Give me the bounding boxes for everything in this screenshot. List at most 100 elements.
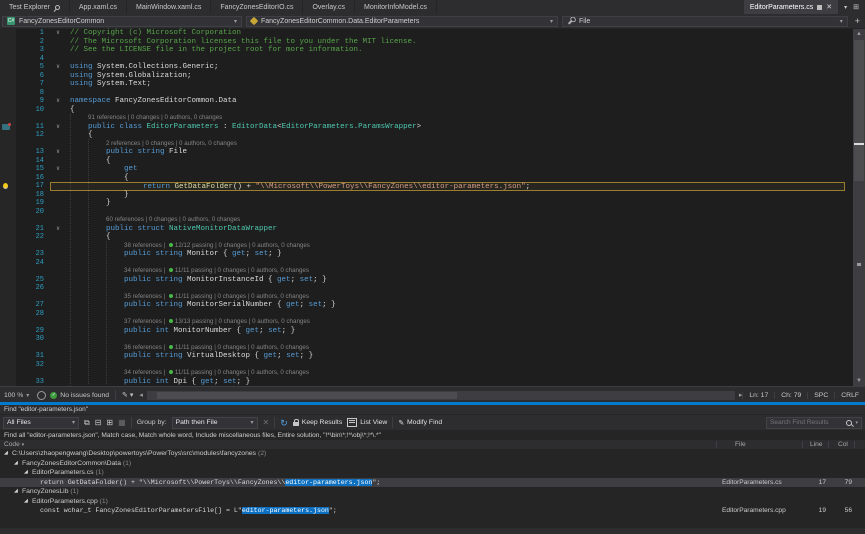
expanded-arrow-icon[interactable]: ◢ — [24, 468, 28, 478]
scroll-left-icon[interactable]: ◂ — [133, 391, 142, 399]
fold-chevron-icon[interactable]: ∨ — [50, 123, 66, 132]
tab-list-dropdown-icon[interactable]: ▾ — [844, 4, 847, 11]
pin-tab-icon[interactable] — [817, 5, 822, 10]
code-line[interactable]: 31public string VirtualDesktop { get; se… — [0, 352, 845, 361]
collapse-all-icon[interactable]: ⊟ — [95, 417, 102, 429]
code-line[interactable]: 16{ — [0, 174, 845, 183]
codelens-row[interactable]: 60 references | 0 changes | 0 authors, 0… — [0, 216, 845, 225]
column-file[interactable]: File — [735, 440, 746, 449]
find-results-search[interactable]: ▾ — [766, 417, 862, 429]
codelens-row[interactable]: 35 references | 11/11 passing | 0 change… — [0, 293, 845, 302]
code-line[interactable]: 22{ — [0, 233, 845, 242]
document-health-icon[interactable] — [37, 391, 46, 400]
code-line[interactable]: 2// The Microsoft Corporation licenses t… — [0, 38, 845, 47]
codelens-text[interactable]: 37 references | 13/13 passing | 0 change… — [66, 318, 310, 327]
scrollbar-thumb[interactable] — [157, 392, 457, 399]
codelens-text[interactable]: 38 references | 12/12 passing | 0 change… — [66, 242, 310, 251]
tab-test-explorer[interactable]: Test Explorer — [0, 0, 70, 14]
code-line[interactable]: 32 — [0, 361, 845, 370]
scroll-down-icon[interactable]: ▼ — [853, 376, 865, 386]
codelens-row[interactable]: 91 references | 0 changes | 0 authors, 0… — [0, 114, 845, 123]
codelens-row[interactable]: 38 references | 12/12 passing | 0 change… — [0, 242, 845, 251]
column-col[interactable]: Col — [838, 440, 848, 449]
close-tab-icon[interactable]: ✕ — [826, 3, 832, 11]
project-dropdown[interactable]: C# FancyZonesEditorCommon ▾ — [2, 16, 242, 27]
fold-chevron-icon[interactable]: ∨ — [50, 29, 66, 38]
fold-chevron-icon[interactable]: ∨ — [50, 225, 66, 234]
keep-results-button[interactable]: Keep Results — [293, 419, 342, 426]
tab-mainwindow-xaml-cs[interactable]: MainWindow.xaml.cs — [127, 0, 211, 14]
expanded-arrow-icon[interactable]: ◢ — [4, 449, 8, 459]
code-line[interactable]: 18} — [0, 191, 845, 200]
window-menu-icon[interactable]: ⊞ — [853, 3, 859, 11]
code-area[interactable]: 1∨// Copyright (c) Microsoft Corporation… — [0, 29, 845, 386]
column-divider[interactable] — [854, 441, 855, 448]
expand-all-icon[interactable]: ⊞ — [106, 417, 113, 429]
codelens-text[interactable]: 34 references | 11/11 passing | 0 change… — [66, 369, 309, 378]
expanded-arrow-icon[interactable]: ◢ — [14, 487, 18, 497]
code-line[interactable]: 9∨namespace FancyZonesEditorCommon.Data — [0, 97, 845, 106]
scrollbar-thumb[interactable] — [854, 40, 864, 181]
code-line[interactable]: 24 — [0, 259, 845, 268]
code-line[interactable]: 1∨// Copyright (c) Microsoft Corporation — [0, 29, 845, 38]
result-group-row[interactable]: ◢C:\Users\zhaopengwang\Desktop\powertoys… — [0, 449, 865, 459]
expanded-arrow-icon[interactable]: ◢ — [14, 459, 18, 469]
issues-indicator[interactable]: ✓ No issues found — [50, 392, 109, 399]
group-by-dropdown[interactable]: Path then File ▾ — [172, 417, 258, 429]
code-line[interactable]: 11∨public class EditorParameters : Edito… — [0, 123, 845, 132]
result-group-row[interactable]: ◢FancyZonesEditorCommon\Data (1) — [0, 459, 865, 469]
codelens-row[interactable]: 34 references | 11/11 passing | 0 change… — [0, 267, 845, 276]
code-line[interactable]: 8 — [0, 89, 845, 98]
code-line[interactable]: 20 — [0, 208, 845, 217]
result-group-row[interactable]: ◢EditorParameters.cs (1) — [0, 468, 865, 478]
code-line[interactable]: 14{ — [0, 157, 845, 166]
tab-editorparameters[interactable]: EditorParameters.cs ✕ — [744, 0, 838, 14]
fold-chevron-icon[interactable]: ∨ — [50, 63, 66, 72]
result-match-row[interactable]: const wchar_t FancyZonesEditorParameters… — [0, 506, 865, 516]
code-line[interactable]: 6using System.Globalization; — [0, 72, 845, 81]
refresh-icon[interactable]: ↻ — [280, 417, 288, 429]
codelens-text[interactable]: 34 references | 11/11 passing | 0 change… — [66, 267, 309, 276]
pin-icon[interactable] — [54, 3, 61, 10]
zoom-dropdown[interactable]: 100 % ▾ — [0, 392, 33, 399]
scope-dropdown[interactable]: All Files ▾ — [3, 417, 79, 429]
lightbulb-icon[interactable] — [3, 183, 8, 189]
codelens-text[interactable]: 35 references | 11/11 passing | 0 change… — [66, 293, 309, 302]
code-line[interactable]: 29public int MonitorNumber { get; set; } — [0, 327, 845, 336]
code-line[interactable]: 17return GetDataFolder() + "\\Microsoft\… — [0, 182, 845, 191]
scroll-up-icon[interactable]: ▲ — [853, 29, 865, 39]
column-divider[interactable] — [716, 441, 717, 448]
member-dropdown[interactable]: File ▾ — [562, 16, 848, 27]
fold-chevron-icon[interactable]: ∨ — [50, 148, 66, 157]
list-view-button[interactable]: List View — [347, 418, 387, 427]
split-window-icon[interactable]: + — [852, 16, 863, 26]
code-line[interactable]: 21∨public struct NativeMonitorDataWrappe… — [0, 225, 845, 234]
ink-annotation-icon[interactable]: ✎ ▾ — [122, 391, 133, 399]
code-line[interactable]: 10{ — [0, 106, 845, 115]
tab-app-xaml-cs[interactable]: App.xaml.cs — [70, 0, 127, 14]
type-dropdown[interactable]: FancyZonesEditorCommon.Data.EditorParame… — [246, 16, 558, 27]
codelens-row[interactable]: 2 references | 0 changes | 0 authors, 0 … — [0, 140, 845, 149]
codelens-text[interactable]: 2 references | 0 changes | 0 authors, 0 … — [66, 140, 237, 149]
column-line[interactable]: Line — [810, 440, 822, 449]
modify-find-button[interactable]: ✎ Modify Find — [398, 419, 442, 427]
copy-results-icon[interactable]: ⧉ — [84, 417, 90, 429]
code-line[interactable]: 28 — [0, 310, 845, 319]
code-line[interactable]: 26 — [0, 284, 845, 293]
fold-chevron-icon[interactable]: ∨ — [50, 165, 66, 174]
column-divider[interactable] — [802, 441, 803, 448]
code-line[interactable]: 3// See the LICENSE file in the project … — [0, 46, 845, 55]
code-line[interactable]: 33public int Dpi { get; set; } — [0, 378, 845, 387]
code-line[interactable]: 5∨using System.Collections.Generic; — [0, 63, 845, 72]
result-match-row[interactable]: return GetDataFolder() + "\\Microsoft\\P… — [0, 478, 865, 488]
code-line[interactable]: 19} — [0, 199, 845, 208]
clear-results-icon[interactable]: ✕ — [263, 417, 270, 429]
fold-chevron-icon[interactable]: ∨ — [50, 97, 66, 106]
margin-indicator-icon[interactable] — [2, 124, 10, 130]
codelens-row[interactable]: 37 references | 13/13 passing | 0 change… — [0, 318, 845, 327]
tab-fancyzoneseditorio-cs[interactable]: FancyZonesEditorIO.cs — [211, 0, 303, 14]
codelens-text[interactable]: 60 references | 0 changes | 0 authors, 0… — [66, 216, 240, 225]
vertical-scrollbar[interactable]: ▲ ▼ — [853, 29, 865, 386]
result-group-row[interactable]: ◢EditorParameters.cpp (1) — [0, 497, 865, 507]
codelens-row[interactable]: 34 references | 11/11 passing | 0 change… — [0, 369, 845, 378]
